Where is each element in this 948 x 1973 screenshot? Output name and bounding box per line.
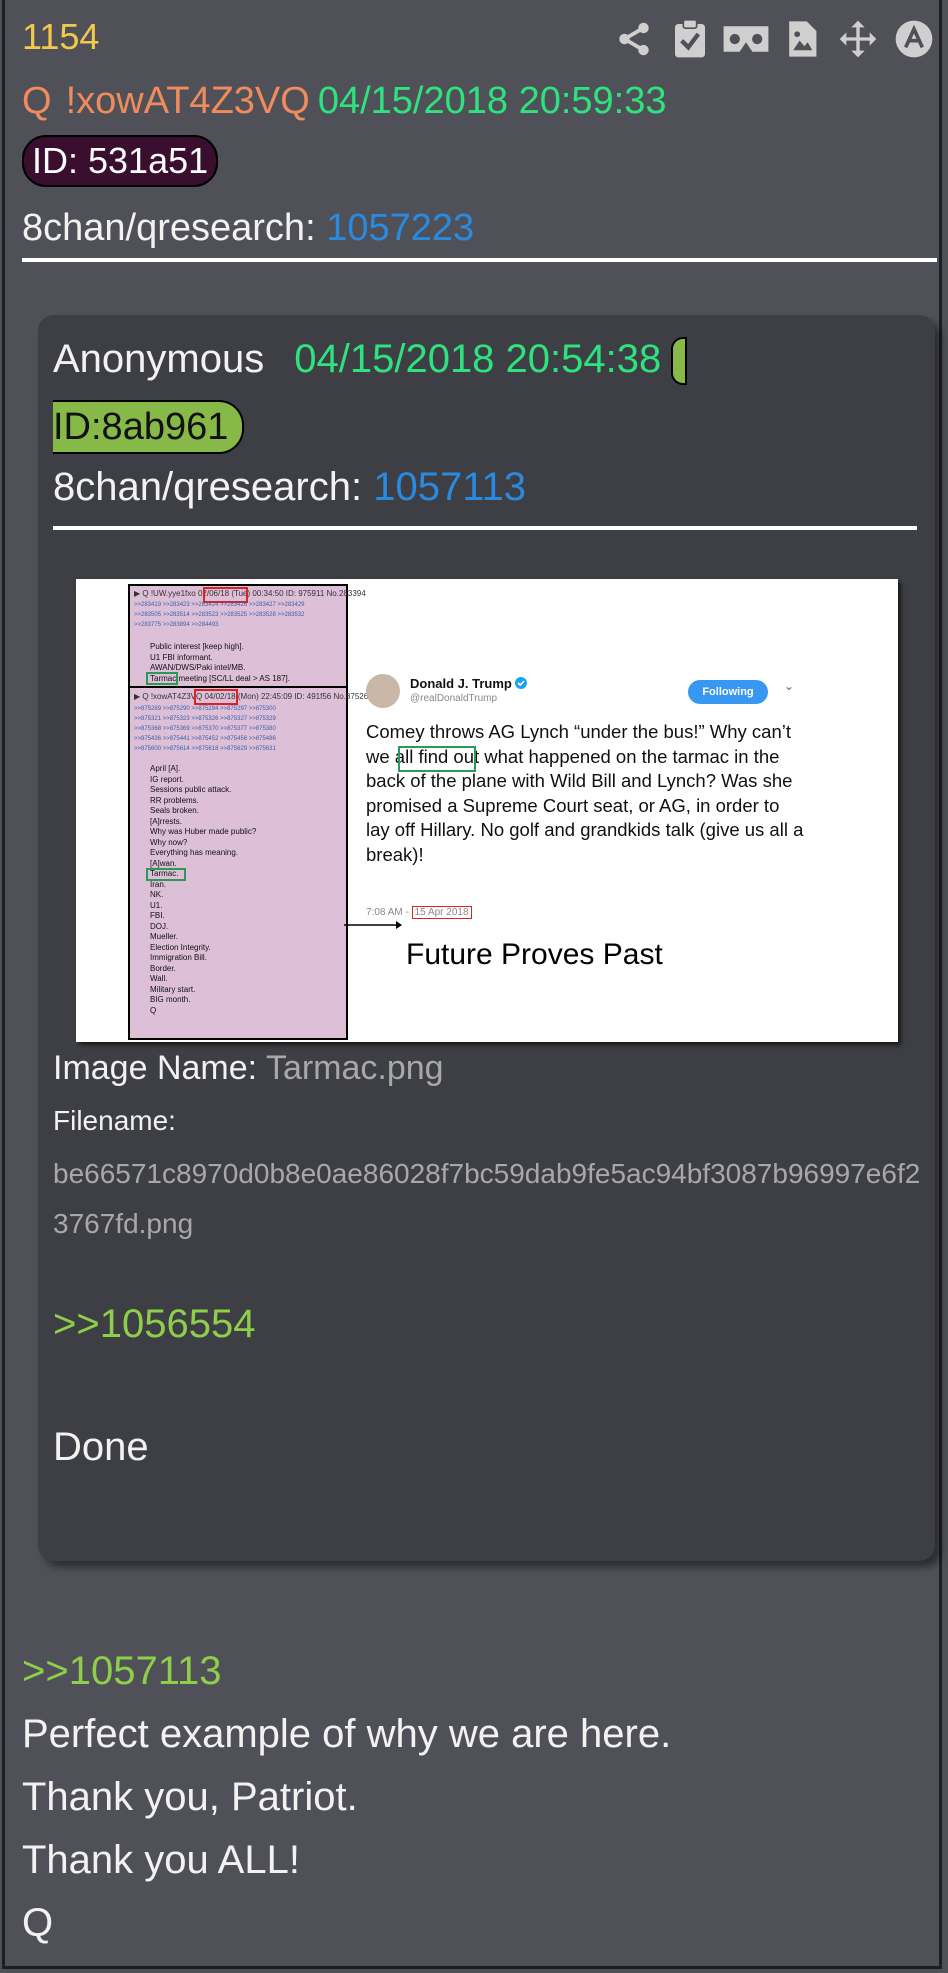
post-line: Thank you ALL!	[22, 1838, 300, 1882]
quoted-reply-link[interactable]: >>1056554	[53, 1302, 255, 1347]
quoted-board-post-link[interactable]: 1057113	[373, 465, 526, 509]
tarmac-highlight-1	[146, 672, 178, 685]
post-line: Q	[22, 1901, 54, 1945]
quoted-id-badge: ID:8ab961	[53, 400, 245, 454]
post2-meta: (Mon) 22:45:09 ID: 491f56 No.875265	[237, 692, 373, 701]
id-badge-edge	[671, 337, 688, 386]
following-button: Following	[688, 680, 768, 704]
tripcode: !xowAT4Z3VQ	[65, 80, 310, 122]
caption: Future Proves Past	[406, 938, 663, 971]
tweet-date: 15 Apr 2018	[411, 906, 472, 919]
tarmac-highlight-2	[146, 868, 186, 881]
post-number: 1154	[22, 16, 100, 57]
clipboard-check-icon[interactable]	[665, 14, 715, 64]
tarmac-highlight-3	[398, 746, 476, 772]
chevron-down-icon: ⌄	[784, 679, 795, 693]
verified-badge-icon	[515, 677, 528, 689]
quoted-author: Anonymous	[53, 337, 265, 381]
backlinks-2: >>283505 >>283514 >>283523 >>283525 >>28…	[134, 612, 305, 618]
filename-label: Filename:	[53, 1105, 176, 1136]
date-highlight-1	[203, 587, 248, 603]
post1-header: ▶ Q !UW.yye1fxo	[134, 589, 196, 598]
post-datetime: 04/15/2018 20:59:33	[317, 80, 667, 122]
image-name-label: Image Name:	[53, 1049, 258, 1087]
post-line: Thank you, Patriot.	[22, 1775, 358, 1819]
tweet-text: Comey throws AG Lynch “under the bus!” W…	[366, 721, 804, 865]
backlinks-3: >>283775 >>283894 >>284493	[134, 622, 219, 628]
quoted-board-line: 8chan/qresearch: 1057113	[53, 465, 526, 510]
divider	[22, 258, 937, 262]
board-post-link[interactable]: 1057223	[326, 207, 474, 249]
post2-header: ▶ Q !xowAT4Z3VQ	[134, 692, 203, 701]
image-name-value: Tarmac.png	[265, 1049, 444, 1087]
board-line: 8chan/qresearch: 1057223	[22, 207, 474, 250]
reply-link[interactable]: >>1057113	[22, 1640, 671, 1703]
avatar	[366, 674, 400, 708]
screenshot-board-posts: ▶ Q !UW.yye1fxo 02/06/18 (Tue) 00:34:50 …	[128, 584, 373, 1040]
tweet-handle: @realDonaldTrump	[410, 693, 498, 704]
q-post: 1154 Q !xowAT4Z3VQ 04/15/2018 20:59:33 I…	[2, 0, 942, 1969]
post2-text: April [A]. IG report. Sessions public at…	[150, 764, 257, 1015]
quoted-divider	[53, 526, 917, 530]
share-icon[interactable]	[609, 14, 659, 64]
post-body: >>1057113 Perfect example of why we are …	[22, 1640, 671, 1955]
author-name: Q	[22, 80, 52, 122]
post1-meta: (Tue) 00:34:50 ID: 975911 No.283394	[231, 589, 366, 598]
move-arrows-icon[interactable]	[833, 14, 883, 64]
quoted-board-name: 8chan/qresearch:	[53, 465, 363, 509]
board-name: 8chan/qresearch:	[22, 207, 316, 249]
toolbar	[609, 14, 939, 64]
tweet-author: Donald J. Trump	[410, 676, 528, 691]
backlinks-1: >>283419 >>283423 >>283424 >>283426 >>28…	[134, 602, 305, 608]
circle-up-icon[interactable]	[889, 14, 939, 64]
quoted-datetime: 04/15/2018 20:54:38	[294, 337, 662, 381]
attached-image[interactable]: ▶ Q !UW.yye1fxo 02/06/18 (Tue) 00:34:50 …	[76, 579, 898, 1042]
poster-id-badge: ID: 531a51	[22, 135, 219, 187]
quoted-text: Done	[53, 1425, 149, 1469]
quoted-header: Anonymous 04/15/2018 20:54:38	[53, 337, 688, 386]
post-separator	[130, 686, 346, 688]
arrow-connector	[344, 921, 402, 929]
filename-value: be66571c8970d0b8e0ae86028f7bc59dab9fe5ac…	[53, 1158, 921, 1239]
post-line: Perfect example of why we are here.	[22, 1712, 672, 1756]
date-highlight-2	[194, 689, 238, 705]
post-author-line: Q !xowAT4Z3VQ 04/15/2018 20:59:33	[22, 80, 667, 123]
image-name-line: Image Name: Tarmac.png	[53, 1049, 444, 1088]
image-file-icon[interactable]	[777, 14, 827, 64]
vr-goggles-icon[interactable]	[721, 14, 771, 64]
quoted-post-card: Anonymous 04/15/2018 20:54:38 ID:8ab961 8…	[38, 315, 935, 1561]
tweet-time: 7:08 AM - 15 Apr 2018	[366, 906, 472, 919]
